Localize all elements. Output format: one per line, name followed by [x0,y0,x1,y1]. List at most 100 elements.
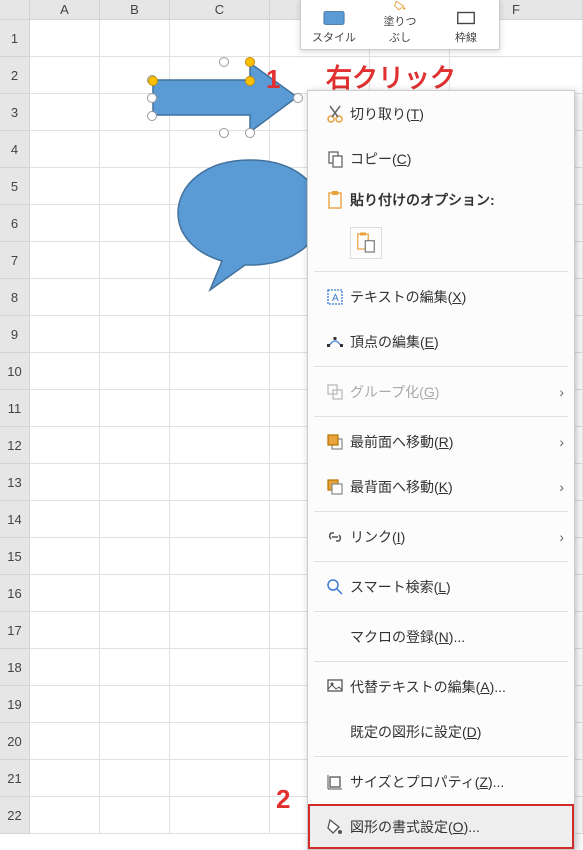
ctx-format-shape[interactable]: 図形の書式設定(O)... [308,804,574,849]
cell[interactable] [170,649,270,686]
col-header-b[interactable]: B [100,0,170,19]
cell[interactable] [100,168,170,205]
cell[interactable] [170,353,270,390]
cell[interactable] [30,464,100,501]
cell[interactable] [30,501,100,538]
cell[interactable] [100,649,170,686]
row-header[interactable]: 19 [0,686,30,723]
cell[interactable] [100,723,170,760]
ctx-paste-option-button[interactable] [308,219,574,269]
cell[interactable] [100,612,170,649]
cell[interactable] [30,20,100,57]
cell[interactable] [170,427,270,464]
cell[interactable] [30,797,100,834]
row-header[interactable]: 22 [0,797,30,834]
cell[interactable] [30,57,100,94]
row-header[interactable]: 1 [0,20,30,57]
cell[interactable] [100,686,170,723]
cell[interactable] [170,501,270,538]
row-header[interactable]: 17 [0,612,30,649]
ctx-assign-macro[interactable]: マクロの登録(N)... [308,614,574,659]
row-header[interactable]: 14 [0,501,30,538]
row-header[interactable]: 18 [0,649,30,686]
cell[interactable] [170,316,270,353]
cell[interactable] [170,723,270,760]
cell[interactable] [30,686,100,723]
cell[interactable] [30,612,100,649]
cell[interactable] [30,427,100,464]
cell[interactable] [170,686,270,723]
row-header[interactable]: 12 [0,427,30,464]
row-header[interactable]: 10 [0,353,30,390]
ctx-edit-text[interactable]: A テキストの編集(X) [308,274,574,319]
row-header[interactable]: 11 [0,390,30,427]
ctx-size-props[interactable]: サイズとプロパティ(Z)... [308,759,574,804]
cell[interactable] [170,538,270,575]
cell[interactable] [100,538,170,575]
cell[interactable] [170,575,270,612]
mini-style-button[interactable]: スタイル [301,0,367,49]
cell[interactable] [30,242,100,279]
row-header[interactable]: 15 [0,538,30,575]
cell[interactable] [100,20,170,57]
ctx-cut[interactable]: 切り取り(T) [308,91,574,136]
cell[interactable] [30,649,100,686]
cell[interactable] [100,353,170,390]
cell[interactable] [100,797,170,834]
cell[interactable] [30,390,100,427]
col-header-a[interactable]: A [30,0,100,19]
cell[interactable] [30,760,100,797]
cell[interactable] [30,205,100,242]
cell[interactable] [30,723,100,760]
row-header[interactable]: 8 [0,279,30,316]
cell[interactable] [100,575,170,612]
cell[interactable] [170,20,270,57]
cell[interactable] [100,501,170,538]
cell[interactable] [170,760,270,797]
cell[interactable] [100,316,170,353]
col-header-c[interactable]: C [170,0,270,19]
ctx-smart-lookup[interactable]: スマート検索(L) [308,564,574,609]
cell[interactable] [100,279,170,316]
row-header[interactable]: 16 [0,575,30,612]
cell[interactable] [100,242,170,279]
row-header[interactable]: 13 [0,464,30,501]
cell[interactable] [30,575,100,612]
row-header[interactable]: 2 [0,57,30,94]
row-header[interactable]: 5 [0,168,30,205]
cell[interactable] [30,131,100,168]
cell[interactable] [30,279,100,316]
ctx-edit-points[interactable]: 頂点の編集(E) [308,319,574,364]
cell[interactable] [170,390,270,427]
cell[interactable] [30,316,100,353]
cell[interactable] [170,797,270,834]
row-header[interactable]: 20 [0,723,30,760]
ctx-alt-text[interactable]: 代替テキストの編集(A)... [308,664,574,709]
row-header[interactable]: 21 [0,760,30,797]
row-header[interactable]: 7 [0,242,30,279]
cell[interactable] [450,57,583,94]
cell[interactable] [30,353,100,390]
cell[interactable] [100,760,170,797]
cell[interactable] [100,390,170,427]
cell[interactable] [100,427,170,464]
cell[interactable] [30,538,100,575]
mini-outline-button[interactable]: 枠線 [433,0,499,49]
ctx-copy[interactable]: コピー(C) [308,136,574,181]
row-header[interactable]: 3 [0,94,30,131]
cell[interactable] [170,612,270,649]
cell[interactable] [30,94,100,131]
ctx-set-default[interactable]: 既定の図形に設定(D) [308,709,574,754]
cell[interactable] [30,168,100,205]
row-header[interactable]: 9 [0,316,30,353]
arrow-shape-selected[interactable] [145,55,305,143]
row-header[interactable]: 6 [0,205,30,242]
ctx-bring-front[interactable]: 最前面へ移動(R) › [308,419,574,464]
cell[interactable] [170,464,270,501]
select-all-corner[interactable] [0,0,30,19]
row-header[interactable]: 4 [0,131,30,168]
cell[interactable] [100,464,170,501]
cell[interactable] [100,205,170,242]
speech-bubble-shape[interactable] [170,155,330,298]
mini-fill-button[interactable]: 塗りつ ぶし [367,0,433,49]
